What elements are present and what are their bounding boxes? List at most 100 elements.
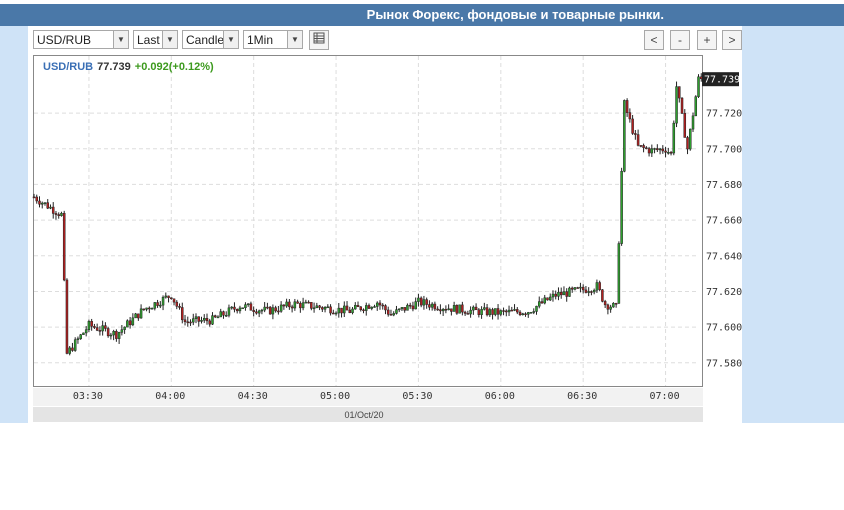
candle-body xyxy=(450,308,453,312)
candle-body xyxy=(395,309,398,314)
table-icon xyxy=(313,32,325,44)
candle-body xyxy=(557,291,560,297)
candle-body xyxy=(625,100,629,113)
price-chart[interactable]: 77.580 77.600 77.620 77.640 77.660 77.680 77.7… xyxy=(32,56,742,386)
candle-body xyxy=(82,332,85,335)
candle-body xyxy=(411,305,415,310)
candle-body xyxy=(700,76,703,80)
chart-style-select[interactable]: Candle ▼ xyxy=(182,30,239,49)
candle-body xyxy=(40,202,44,205)
candle-body xyxy=(505,310,508,313)
candle-body xyxy=(529,312,533,314)
candle-body xyxy=(548,296,552,301)
candle-body xyxy=(123,326,126,330)
candle-body xyxy=(406,304,409,311)
candle-body xyxy=(101,325,104,332)
x-tick-label: 04:30 xyxy=(237,391,268,402)
candle-body xyxy=(172,298,176,303)
candle-body xyxy=(664,150,667,153)
x-tick-label: 04:00 xyxy=(155,391,186,402)
candle-body xyxy=(293,301,297,309)
candle-body xyxy=(279,304,283,312)
data-table-button[interactable] xyxy=(309,30,329,50)
scroll-forward-button[interactable]: > xyxy=(722,30,742,50)
candle-body xyxy=(301,302,305,309)
quote-price: 77.739 xyxy=(97,61,131,73)
candle-body xyxy=(590,291,593,293)
quote-line: USD/RUB 77.739 +0.092(+0.12%) xyxy=(43,61,214,73)
scroll-back-button[interactable]: < xyxy=(644,30,664,50)
candle-body xyxy=(581,286,585,291)
candle-body xyxy=(219,311,222,318)
chevron-down-icon[interactable]: ▼ xyxy=(223,31,238,48)
zoom-out-button[interactable]: - xyxy=(670,30,690,50)
candle-body xyxy=(455,305,459,314)
candle-body xyxy=(200,319,203,322)
candle-body xyxy=(93,326,96,328)
symbol-select[interactable]: USD/RUB ▼ xyxy=(33,30,129,49)
candle-body xyxy=(359,306,363,311)
candle-body xyxy=(38,200,41,205)
candle-body xyxy=(397,308,401,311)
candle-body xyxy=(164,295,168,298)
candle-body xyxy=(686,137,689,150)
candle-body xyxy=(592,289,596,293)
candle-body xyxy=(128,320,132,326)
candle-body xyxy=(480,309,483,315)
candle-body xyxy=(227,307,231,316)
y-tick-label: 77.660 xyxy=(706,216,742,227)
chevron-down-icon[interactable]: ▼ xyxy=(287,31,302,48)
interval-select[interactable]: 1Min ▼ xyxy=(243,30,303,49)
candle-body xyxy=(461,304,464,313)
candle-body xyxy=(650,148,654,154)
candle-body xyxy=(84,329,88,334)
header-bar: Рынок Форекс, фондовые и товарные рынки. xyxy=(0,4,844,26)
chart-area[interactable]: 77.580 77.600 77.620 77.640 77.660 77.680 77.7… xyxy=(32,55,742,387)
candle-body xyxy=(543,297,546,304)
candle-body xyxy=(414,301,417,310)
candle-body xyxy=(656,148,659,151)
candle-body xyxy=(137,313,140,319)
x-tick-label: 07:00 xyxy=(649,391,680,402)
candle-body xyxy=(51,206,55,214)
price-type-select[interactable]: Last ▼ xyxy=(133,30,178,49)
candle-body xyxy=(524,313,527,315)
candle-body xyxy=(175,301,179,307)
candle-body xyxy=(433,303,437,310)
candle-body xyxy=(340,307,343,314)
candle-body xyxy=(181,307,184,321)
zoom-in-button[interactable]: + xyxy=(697,30,717,50)
interval-select-value: 1Min xyxy=(247,33,274,47)
candle-body xyxy=(233,306,236,310)
candle-body xyxy=(392,313,395,316)
y-tick-label: 77.600 xyxy=(706,323,742,334)
candle-body xyxy=(628,112,632,120)
candle-body xyxy=(389,314,393,316)
last-price-marker: 77.739 xyxy=(702,72,740,87)
candle-body xyxy=(436,308,439,311)
candle-body xyxy=(120,329,124,333)
price-type-select-value: Last xyxy=(137,33,160,47)
candle-body xyxy=(573,287,577,290)
candle-body xyxy=(252,310,255,312)
candle-body xyxy=(403,307,406,311)
chevron-down-icon[interactable]: ▼ xyxy=(162,31,177,48)
grid xyxy=(34,56,698,386)
candle-body xyxy=(408,304,412,307)
y-tick-label: 77.680 xyxy=(706,180,742,191)
candle-body xyxy=(631,118,634,134)
candle-body xyxy=(647,148,651,154)
candle-body xyxy=(35,196,38,202)
candle-body xyxy=(620,170,623,244)
candle-body xyxy=(606,304,610,310)
chevron-down-icon[interactable]: ▼ xyxy=(113,31,128,48)
y-tick-label: 77.720 xyxy=(706,109,742,120)
candle-body xyxy=(422,299,426,306)
candle-body xyxy=(106,328,110,337)
candle-body xyxy=(518,311,522,315)
candle-body xyxy=(554,293,557,297)
candle-body xyxy=(285,301,288,307)
candle-body xyxy=(312,307,316,310)
candle-body xyxy=(579,286,582,289)
x-tick-label: 05:30 xyxy=(402,391,433,402)
